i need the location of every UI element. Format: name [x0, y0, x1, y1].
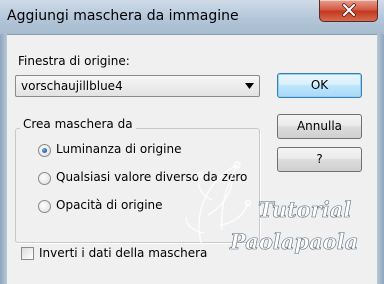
title-bar[interactable]: Aggiungi maschera da immagine	[0, 0, 384, 34]
watermark-name-text: Paolapaola	[229, 229, 358, 254]
ok-button[interactable]: OK	[277, 73, 362, 98]
radio-source-opacity[interactable]	[38, 200, 51, 213]
source-window-label: Finestra di origine:	[18, 54, 130, 68]
radio-any-nonzero[interactable]	[38, 172, 51, 185]
watermark-tutorial-text: Tutorial	[258, 197, 351, 222]
chevron-down-icon	[245, 83, 254, 89]
window-title: Aggiungi maschera da immagine	[7, 8, 239, 24]
mask-dialog: Aggiungi maschera da immagine Finestra d…	[0, 0, 384, 284]
tutorial-watermark: Tutorial Paolapaola	[185, 161, 359, 254]
radio-source-luminance[interactable]	[38, 144, 51, 157]
source-window-value: vorschaujillblue4	[21, 79, 123, 93]
source-window-dropdown[interactable]: vorschaujillblue4	[15, 75, 260, 97]
radio-source-opacity-label[interactable]: Opacità di origine	[56, 198, 163, 212]
radio-selected-dot	[42, 148, 47, 153]
close-button[interactable]	[319, 0, 378, 22]
radio-source-luminance-label[interactable]: Luminanza di origine	[56, 142, 181, 156]
close-icon	[342, 3, 356, 17]
invert-mask-checkbox[interactable]	[21, 247, 34, 260]
cancel-button[interactable]: Annulla	[277, 114, 362, 139]
mask-source-group-legend: Crea maschera da	[20, 117, 136, 131]
window-frame-left	[0, 34, 7, 284]
